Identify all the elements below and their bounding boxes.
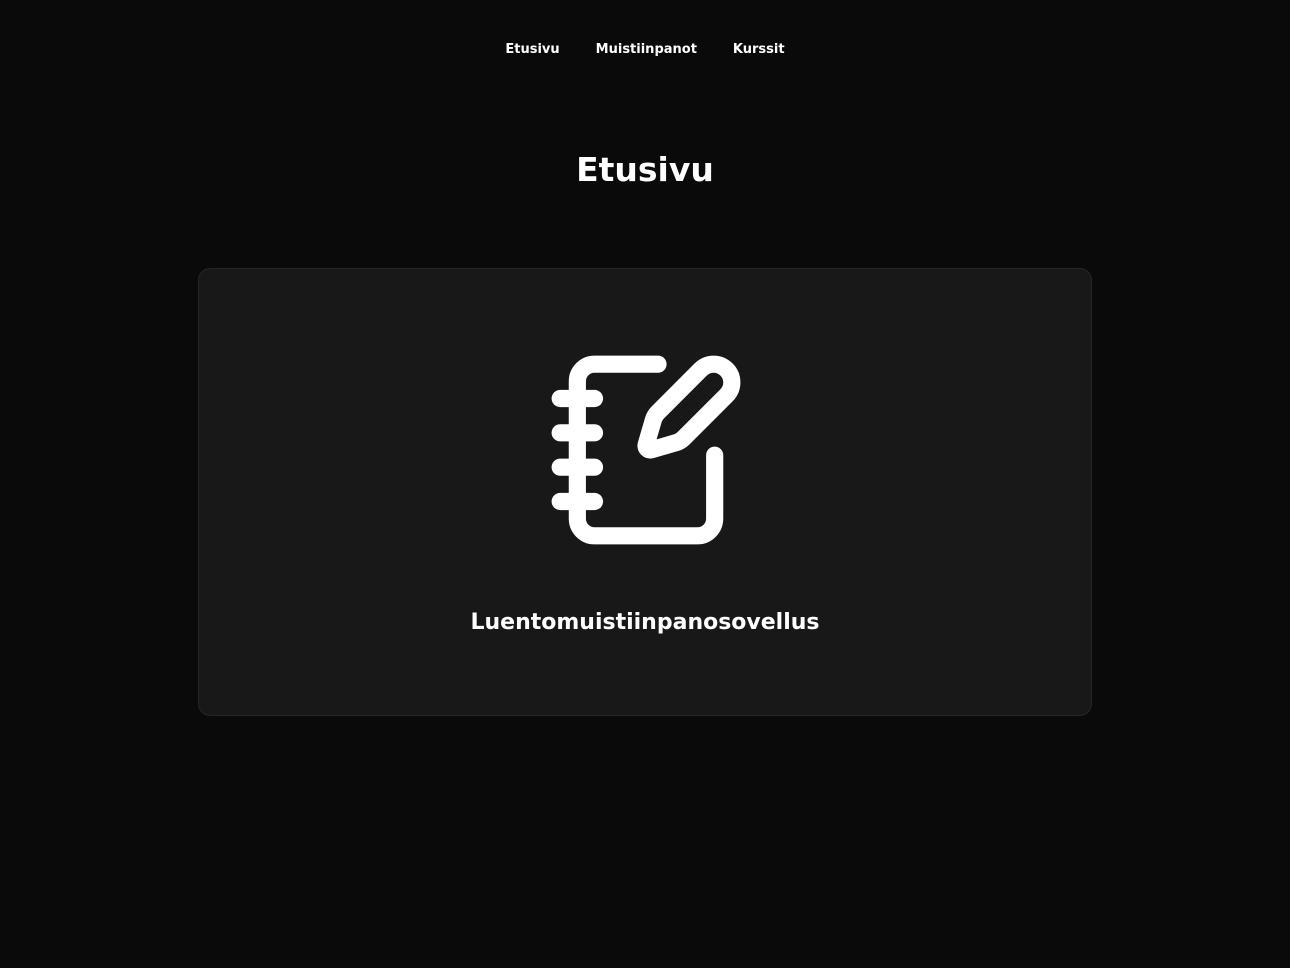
nav-link-kurssit[interactable]: Kurssit <box>733 40 785 60</box>
page: Etusivu Muistiinpanot Kurssit Etusivu Lu… <box>0 0 1290 968</box>
notebook-pen-icon <box>551 355 741 545</box>
app-card[interactable]: Luentomuistiinpanosovellus <box>198 268 1092 716</box>
nav-link-muistiinpanot[interactable]: Muistiinpanot <box>596 40 697 60</box>
top-nav: Etusivu Muistiinpanot Kurssit <box>0 40 1290 60</box>
nav-link-etusivu[interactable]: Etusivu <box>505 40 559 60</box>
card-title: Luentomuistiinpanosovellus <box>470 610 820 635</box>
page-title: Etusivu <box>576 150 714 189</box>
